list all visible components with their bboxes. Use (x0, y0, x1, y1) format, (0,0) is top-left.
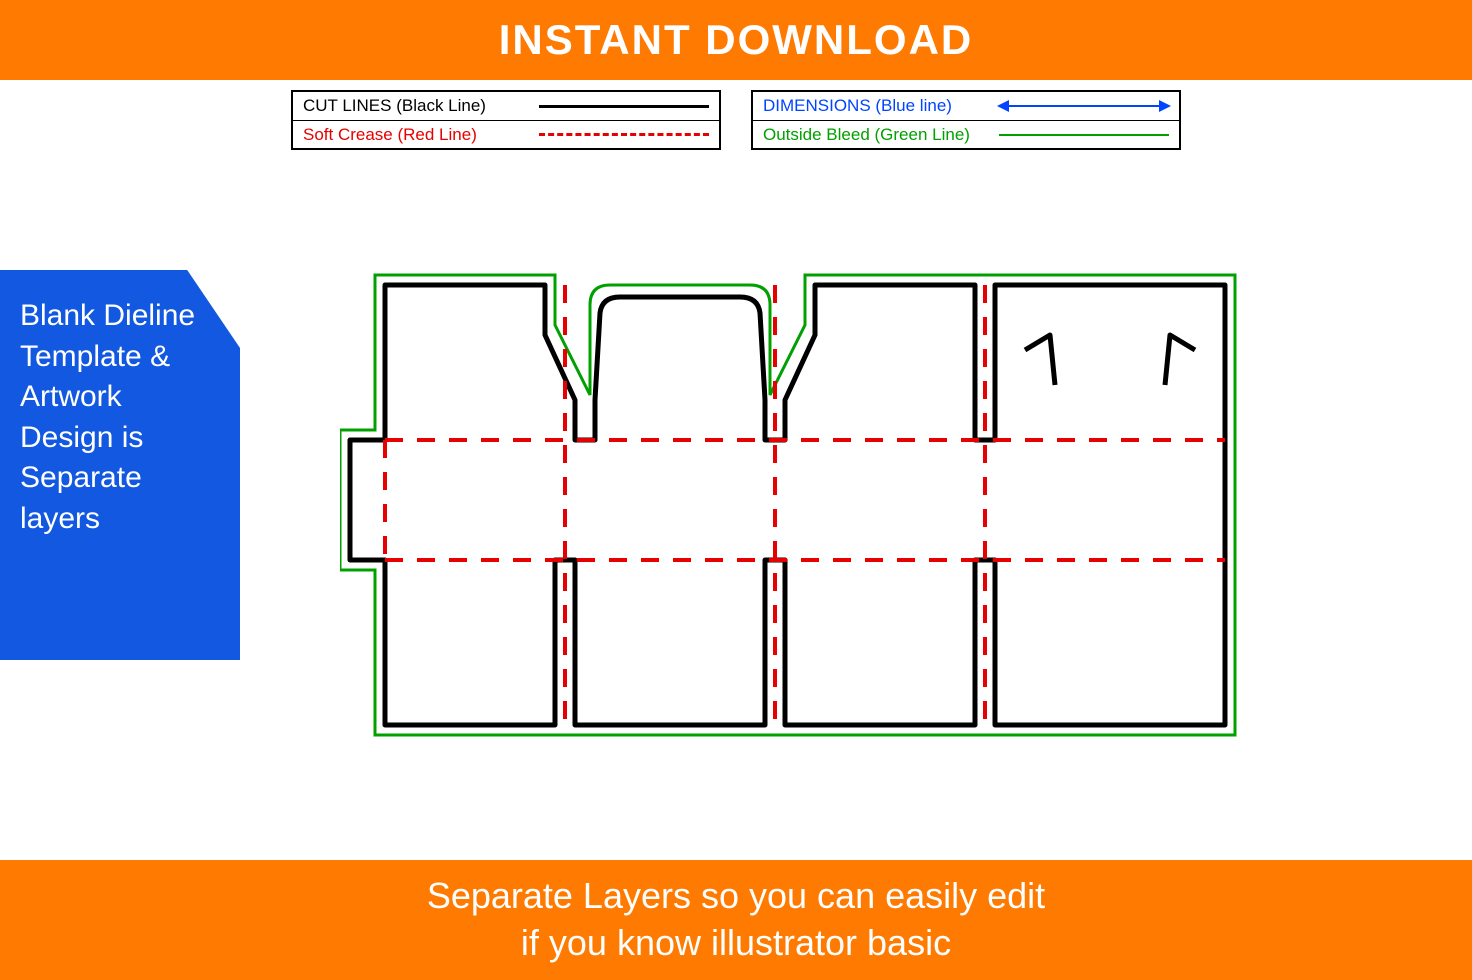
side-callout: Blank Dieline Template & Artwork Design … (0, 270, 240, 660)
legend-label: Outside Bleed (Green Line) (763, 125, 989, 145)
legend-label: DIMENSIONS (Blue line) (763, 96, 989, 116)
legend-dimensions: DIMENSIONS (Blue line) (753, 92, 1179, 120)
footer-banner: Separate Layers so you can easily edit i… (0, 860, 1472, 980)
green-line-icon (999, 121, 1169, 148)
legend: CUT LINES (Black Line) Soft Crease (Red … (291, 90, 1181, 150)
legend-cut-lines: CUT LINES (Black Line) (293, 92, 719, 120)
header-banner: INSTANT DOWNLOAD (0, 0, 1472, 80)
legend-soft-crease: Soft Crease (Red Line) (293, 120, 719, 148)
legend-right: DIMENSIONS (Blue line) Outside Bleed (Gr… (751, 90, 1181, 150)
header-title: INSTANT DOWNLOAD (499, 16, 974, 64)
cut-lines (350, 285, 1225, 725)
footer-text: Separate Layers so you can easily edit i… (427, 873, 1045, 967)
dieline-diagram (340, 235, 1240, 755)
red-dash-icon (539, 121, 709, 148)
side-callout-text: Blank Dieline Template & Artwork Design … (20, 299, 195, 535)
legend-label: Soft Crease (Red Line) (303, 125, 529, 145)
legend-label: CUT LINES (Black Line) (303, 96, 529, 116)
legend-left: CUT LINES (Black Line) Soft Crease (Red … (291, 90, 721, 150)
blue-arrow-icon (999, 92, 1169, 120)
legend-outside-bleed: Outside Bleed (Green Line) (753, 120, 1179, 148)
black-line-icon (539, 92, 709, 120)
